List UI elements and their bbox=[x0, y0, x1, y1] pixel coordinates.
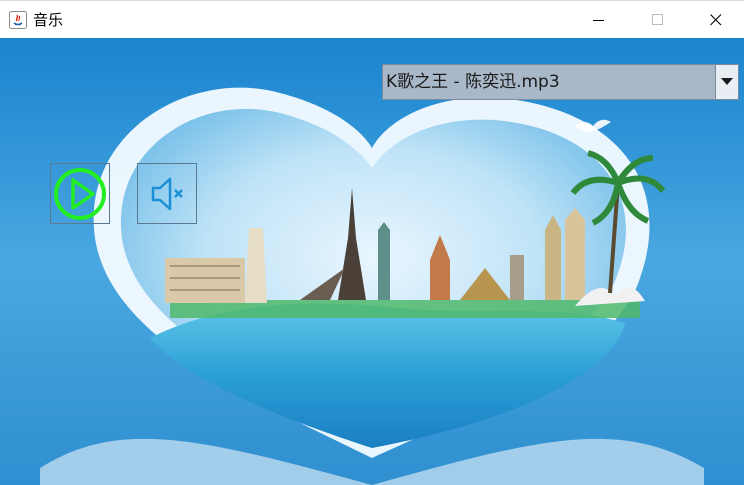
player-panel: K歌之王 - 陈奕迅.mp3 bbox=[0, 38, 744, 485]
mute-button[interactable] bbox=[137, 163, 197, 224]
background-image bbox=[0, 38, 744, 485]
mute-speaker-icon bbox=[151, 177, 183, 210]
maximize-icon bbox=[652, 14, 663, 25]
java-app-icon bbox=[9, 11, 27, 29]
close-button[interactable] bbox=[687, 1, 744, 39]
window-title: 音乐 bbox=[33, 11, 64, 29]
maximize-button[interactable] bbox=[629, 1, 687, 39]
close-icon bbox=[710, 14, 722, 26]
selected-song-label: K歌之王 - 陈奕迅.mp3 bbox=[386, 72, 560, 92]
song-select-dropdown[interactable]: K歌之王 - 陈奕迅.mp3 bbox=[382, 64, 739, 100]
play-icon bbox=[54, 167, 106, 220]
play-button[interactable] bbox=[50, 163, 110, 224]
dropdown-arrow-button[interactable] bbox=[715, 65, 738, 99]
minimize-icon bbox=[593, 20, 604, 21]
title-bar: 音乐 bbox=[0, 0, 744, 38]
minimize-button[interactable] bbox=[570, 1, 628, 39]
chevron-down-icon bbox=[721, 78, 733, 85]
